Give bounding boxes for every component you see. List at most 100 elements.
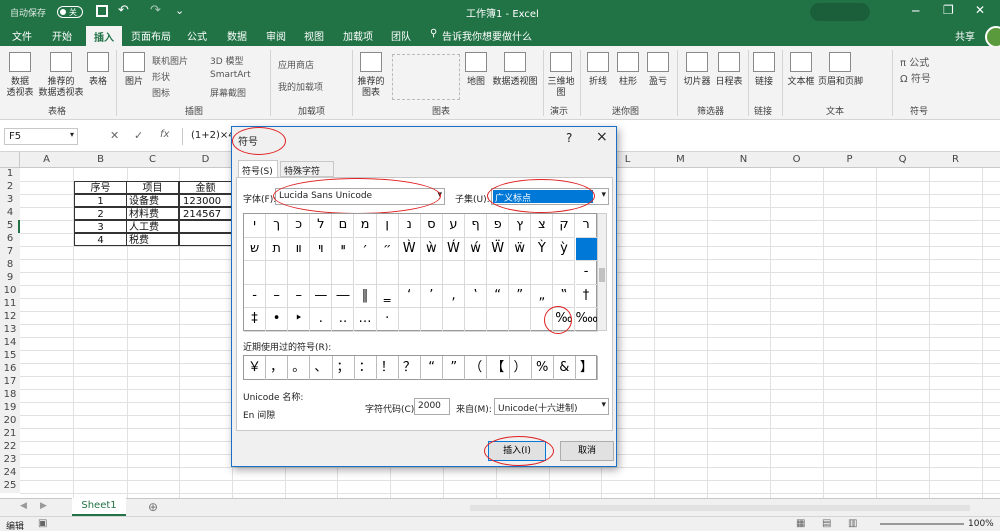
timeline-button[interactable]: 日程表	[714, 52, 744, 88]
close-icon[interactable]: ✕	[975, 3, 985, 17]
symbol-cell[interactable]: Ẁ	[398, 237, 421, 261]
tab-home[interactable]: 开始	[52, 28, 72, 43]
symbol-cell[interactable]: ר	[575, 214, 598, 238]
symbol-cell[interactable]: ץ	[509, 214, 532, 238]
symbol-cell[interactable]	[398, 308, 421, 332]
table-cell[interactable]	[179, 233, 232, 246]
row-header-4[interactable]: 4	[0, 207, 20, 220]
symbol-cell[interactable]: ẃ	[465, 237, 488, 261]
symbol-cell[interactable]	[398, 261, 421, 285]
equation-button[interactable]: π 公式	[900, 54, 929, 69]
sparkline-line-button[interactable]: 折线	[586, 52, 610, 88]
recommended-pivot-button[interactable]: 推荐的 数据透视表	[38, 52, 84, 99]
symbol-cell[interactable]: ‥	[332, 308, 355, 332]
row-header-6[interactable]: 6	[0, 233, 20, 246]
symbol-cell[interactable]: ỳ	[553, 237, 576, 261]
link-button[interactable]: 链接	[752, 52, 776, 88]
map-button[interactable]: 地图	[464, 52, 488, 88]
symbol-cell[interactable]: ‗	[376, 284, 399, 308]
recent-symbol[interactable]: ？	[399, 356, 421, 380]
next-sheet-icon[interactable]: ▶	[40, 501, 47, 511]
symbol-cell[interactable]: ש	[244, 237, 267, 261]
row-header-1[interactable]: 1	[0, 168, 20, 181]
row-header-12[interactable]: 12	[0, 311, 20, 324]
symbol-cell[interactable]: כ	[288, 214, 311, 238]
symbol-cell[interactable]: ẅ	[509, 237, 532, 261]
page-layout-view-icon[interactable]: ▤	[822, 518, 831, 529]
table-cell[interactable]: 4	[74, 233, 127, 246]
table-header-cell[interactable]: 项目	[126, 181, 179, 194]
table-cell[interactable]: 设备费	[126, 194, 179, 207]
slicer-button[interactable]: 切片器	[682, 52, 712, 88]
symbol-cell[interactable]: ״	[376, 237, 399, 261]
shapes-button[interactable]: 形状	[152, 70, 170, 83]
symbol-cell[interactable]	[266, 261, 289, 285]
symbol-cell[interactable]	[310, 261, 333, 285]
symbol-cell[interactable]: •	[266, 308, 289, 332]
zoom-level[interactable]: 100%	[968, 519, 994, 529]
symbol-cell[interactable]: ‘	[398, 284, 421, 308]
recent-symbol[interactable]: ！	[377, 356, 399, 380]
table-cell[interactable]: 123000	[179, 194, 232, 207]
icons-button[interactable]: 图标	[152, 86, 170, 99]
table-cell[interactable]: 材料费	[126, 207, 179, 220]
row-header-8[interactable]: 8	[0, 259, 20, 272]
symbol-cell[interactable]	[465, 308, 488, 332]
tab-insert[interactable]: 插入	[86, 26, 122, 46]
textbox-button[interactable]: 文本框	[786, 52, 816, 88]
symbol-cell[interactable]: מ	[354, 214, 377, 238]
screenshot-button[interactable]: 屏幕截图	[210, 86, 246, 99]
symbol-cell[interactable]	[420, 308, 443, 332]
row-header-22[interactable]: 22	[0, 441, 20, 454]
column-header-O[interactable]: O	[770, 154, 823, 165]
undo-icon[interactable]: ↶	[118, 3, 129, 18]
symbol-cell[interactable]	[332, 261, 355, 285]
help-icon[interactable]: ?	[566, 131, 572, 145]
tab-special-characters[interactable]: 特殊字符(P)	[280, 161, 334, 187]
symbol-cell[interactable]: ך	[266, 214, 289, 238]
symbol-cell[interactable]: ן	[376, 214, 399, 238]
redo-icon[interactable]: ↷	[150, 3, 161, 18]
column-header-R[interactable]: R	[929, 154, 982, 165]
table-cell[interactable]: 人工费	[126, 220, 179, 233]
pictures-button[interactable]: 图片	[122, 52, 146, 88]
normal-view-icon[interactable]: ▦	[796, 518, 805, 529]
symbol-cell[interactable]: ׳	[354, 237, 377, 261]
symbol-cell[interactable]: Ẅ	[487, 237, 510, 261]
store-button[interactable]: 应用商店	[278, 58, 314, 71]
symbol-cell[interactable]	[575, 237, 598, 261]
symbol-cell[interactable]: …	[354, 308, 377, 332]
insert-function-icon[interactable]: fx	[160, 129, 169, 140]
symbol-cell[interactable]: -	[244, 284, 267, 308]
symbol-cell[interactable]: ױ	[310, 237, 333, 261]
column-header-D[interactable]: D	[179, 154, 232, 165]
symbol-button[interactable]: Ω 符号	[900, 70, 931, 85]
symbol-cell[interactable]	[420, 261, 443, 285]
cancel-button[interactable]: 取消	[560, 441, 614, 461]
table-cell[interactable]: 3	[74, 220, 127, 233]
column-header-B[interactable]: B	[74, 154, 127, 165]
horizontal-scrollbar[interactable]	[470, 505, 970, 511]
symbol-cell[interactable]: —	[310, 284, 333, 308]
tab-addins[interactable]: 加载项	[343, 28, 373, 43]
chart-types-gallery[interactable]	[392, 54, 460, 100]
row-header-16[interactable]: 16	[0, 363, 20, 376]
symbol-cell[interactable]: ם	[332, 214, 355, 238]
row-header-20[interactable]: 20	[0, 415, 20, 428]
recent-symbol[interactable]: “	[421, 356, 444, 380]
page-break-view-icon[interactable]: ▥	[848, 518, 857, 529]
symbol-cell[interactable]: ‧	[376, 308, 399, 332]
qat-more-icon[interactable]: ⌄	[175, 4, 184, 17]
symbol-grid[interactable]: י ך כ ל ם מ ן נ ס ע ף פ ץ צ ק ר ש ת װ ױ ײ ׳ ״ Ẁẁ Ẃẃ Ẅẅ Ỳỳ - - – – — ― ‖ ‗ ‘…	[243, 213, 598, 332]
symbol-cell[interactable]: ‛	[465, 284, 488, 308]
row-header-21[interactable]: 21	[0, 428, 20, 441]
recent-symbol[interactable]: 【	[487, 356, 510, 380]
column-header-Q[interactable]: Q	[876, 154, 929, 165]
maximize-icon[interactable]: ❐	[943, 3, 954, 17]
row-header-19[interactable]: 19	[0, 402, 20, 415]
row-header-3[interactable]: 3	[0, 194, 20, 207]
recent-symbol[interactable]: ￥	[244, 356, 267, 380]
symbol-cell[interactable]	[288, 261, 311, 285]
column-header-M[interactable]: M	[654, 154, 707, 165]
recent-symbol[interactable]: &	[554, 356, 576, 380]
